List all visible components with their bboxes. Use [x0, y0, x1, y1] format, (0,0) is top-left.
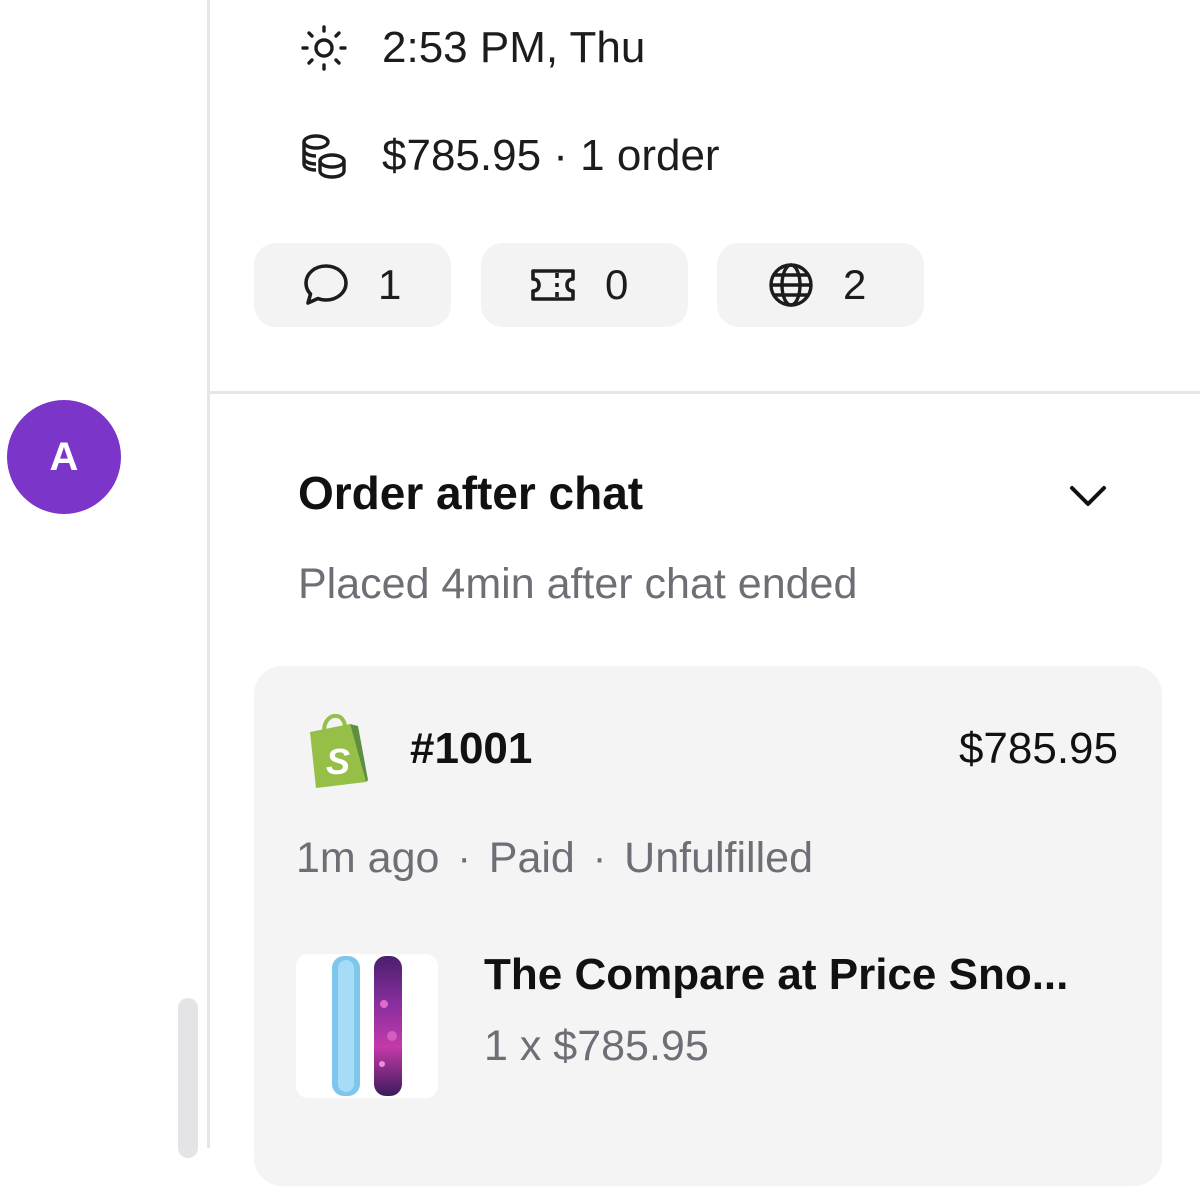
avatar-initial: A	[49, 434, 79, 479]
payment-status: Paid	[488, 834, 575, 882]
coins-icon	[298, 130, 350, 182]
local-time-row: 2:53 PM, Thu	[298, 22, 645, 74]
fulfillment-status: Unfulfilled	[624, 834, 813, 882]
product-name[interactable]: The Compare at Price Sno...	[484, 950, 1068, 1000]
order-card[interactable]: S #1001 $785.95 1m ago · Paid · Unfulfil…	[254, 666, 1162, 1186]
section-subtitle: Placed 4min after chat ended	[298, 560, 858, 608]
spend-text: $785.95 · 1 order	[382, 131, 720, 180]
meta-separator: ·	[592, 836, 607, 880]
chats-count-chip[interactable]: 1	[254, 243, 451, 327]
tickets-count-chip[interactable]: 0	[481, 243, 688, 327]
order-number[interactable]: #1001	[410, 724, 532, 774]
avatar[interactable]: A	[7, 400, 121, 514]
conversation-rail: A	[0, 0, 208, 1158]
sun-icon	[298, 22, 350, 74]
chat-bubble-icon	[298, 257, 354, 313]
customer-details-panel: 2:53 PM, Thu $785.95 · 1 order 1 0 2 Ord…	[210, 0, 1200, 1186]
ticket-icon	[525, 257, 581, 313]
spend-row: $785.95 · 1 order	[298, 130, 720, 182]
chevron-down-icon[interactable]	[1060, 468, 1116, 524]
product-thumbnail	[296, 954, 438, 1098]
scrollbar-thumb[interactable]	[178, 998, 198, 1158]
section-title: Order after chat	[298, 467, 644, 519]
product-quantity-price: 1 x $785.95	[484, 1022, 709, 1070]
visits-count-chip[interactable]: 2	[717, 243, 924, 327]
tickets-count: 0	[605, 261, 629, 308]
chats-count: 1	[378, 261, 402, 308]
meta-separator: ·	[457, 836, 471, 880]
svg-text:S: S	[326, 741, 350, 782]
visits-count: 2	[843, 261, 867, 308]
shopify-icon: S	[304, 713, 372, 788]
globe-icon	[763, 257, 819, 313]
local-time-text: 2:53 PM, Thu	[382, 23, 646, 72]
order-total: $785.95	[958, 724, 1118, 773]
order-meta: 1m ago · Paid · Unfulfilled	[296, 834, 813, 883]
section-divider	[210, 391, 1200, 394]
order-age: 1m ago	[296, 834, 440, 882]
